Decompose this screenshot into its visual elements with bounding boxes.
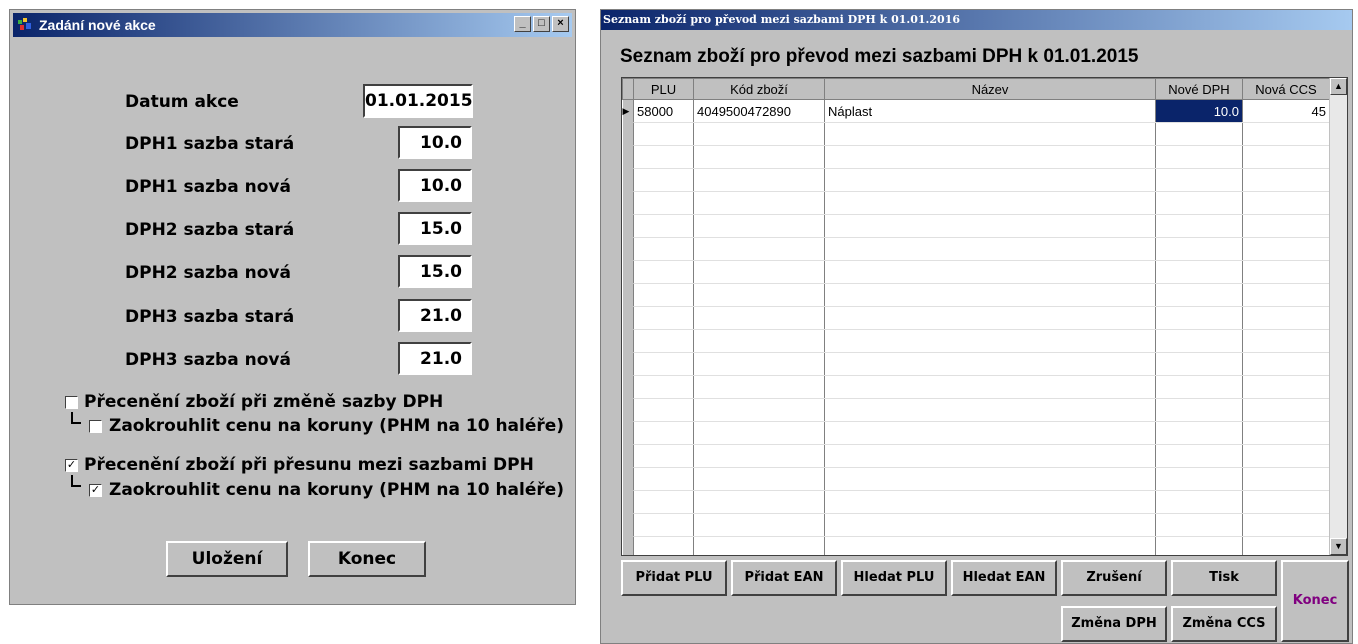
cell-code[interactable]: 4049500472890 <box>693 99 825 123</box>
dph1-old-field[interactable]: 10.0 <box>398 126 472 159</box>
reprice-on-move-checkbox[interactable]: ✓ <box>65 459 78 472</box>
change-ccs-button[interactable]: Změna CCS <box>1171 606 1277 642</box>
table-row[interactable] <box>622 490 1330 514</box>
dialog-titlebar: Zadání nové akce _ □ × <box>13 13 572 37</box>
new-action-dialog: Zadání nové akce _ □ × Datum akce 01.01.… <box>9 9 576 605</box>
tree-connector <box>71 412 81 424</box>
list-titlebar: Seznam zboží pro převod mezi sazbami DPH… <box>601 10 1352 30</box>
maximize-icon[interactable]: □ <box>533 16 550 32</box>
dph3-old-label: DPH3 sazba stará <box>125 307 295 327</box>
dph3-new-label: DPH3 sazba nová <box>125 350 291 370</box>
add-ean-button[interactable]: Přidat EAN <box>731 560 837 596</box>
table-row[interactable] <box>622 398 1330 422</box>
add-plu-button[interactable]: Přidat PLU <box>621 560 727 596</box>
table-row[interactable] <box>622 260 1330 284</box>
list-window-title: Seznam zboží pro převod mezi sazbami DPH… <box>603 13 961 26</box>
dph1-new-label: DPH1 sazba nová <box>125 177 291 197</box>
reprice-on-move-label: Přecenění zboží při přesunu mezi sazbami… <box>84 455 534 475</box>
column-header-code[interactable]: Kód zboží <box>693 78 825 100</box>
cell-new-ccs[interactable]: 45 <box>1242 99 1330 123</box>
table-row[interactable] <box>622 536 1330 555</box>
cell-new-vat[interactable]: 10.0 <box>1155 99 1243 123</box>
round-price-label-1: Zaokrouhlit cenu na koruny (PHM na 10 ha… <box>109 416 565 436</box>
dph3-old-field[interactable]: 21.0 <box>398 299 472 332</box>
scroll-down-icon[interactable]: ▼ <box>1330 538 1347 555</box>
table-row[interactable] <box>622 145 1330 169</box>
date-label: Datum akce <box>125 92 239 112</box>
save-button[interactable]: Uložení <box>166 541 288 577</box>
column-header-new-vat[interactable]: Nové DPH <box>1155 78 1243 100</box>
table-row[interactable] <box>622 444 1330 468</box>
change-vat-button[interactable]: Změna DPH <box>1061 606 1167 642</box>
table-row[interactable] <box>622 421 1330 445</box>
round-price-checkbox-1[interactable] <box>89 420 102 433</box>
dph2-old-field[interactable]: 15.0 <box>398 212 472 245</box>
vertical-scrollbar[interactable]: ▲ ▼ <box>1329 78 1347 555</box>
reprice-on-change-label: Přecenění zboží při změně sazby DPH <box>84 392 444 412</box>
table-row[interactable] <box>622 513 1330 537</box>
reprice-on-change-checkbox[interactable] <box>65 396 78 409</box>
column-header-new-ccs[interactable]: Nová CCS <box>1242 78 1330 100</box>
round-price-checkbox-2[interactable]: ✓ <box>89 484 102 497</box>
close-list-button[interactable]: Konec <box>1281 560 1349 642</box>
print-button[interactable]: Tisk <box>1171 560 1277 596</box>
dph2-new-field[interactable]: 15.0 <box>398 255 472 288</box>
dph1-new-field[interactable]: 10.0 <box>398 169 472 202</box>
vat-transfer-window: Seznam zboží pro převod mezi sazbami DPH… <box>600 9 1353 644</box>
column-header-plu[interactable]: PLU <box>633 78 694 100</box>
app-icon <box>18 18 31 30</box>
dph1-old-label: DPH1 sazba stará <box>125 134 295 154</box>
close-icon[interactable]: × <box>552 16 569 32</box>
close-button[interactable]: Konec <box>308 541 426 577</box>
dph2-old-label: DPH2 sazba stará <box>125 220 295 240</box>
table-row[interactable] <box>622 214 1330 238</box>
column-header-name[interactable]: Název <box>824 78 1156 100</box>
find-ean-button[interactable]: Hledat EAN <box>951 560 1057 596</box>
cancel-button[interactable]: Zrušení <box>1061 560 1167 596</box>
row-indicator-header <box>622 78 634 100</box>
page-title: Seznam zboží pro převod mezi sazbami DPH… <box>620 46 1139 67</box>
table-row[interactable] <box>622 306 1330 330</box>
table-row[interactable] <box>622 122 1330 146</box>
find-plu-button[interactable]: Hledat PLU <box>841 560 947 596</box>
round-price-label-2: Zaokrouhlit cenu na koruny (PHM na 10 ha… <box>109 480 565 500</box>
cell-name[interactable]: Náplast <box>824 99 1156 123</box>
table-row[interactable] <box>622 352 1330 376</box>
minimize-icon[interactable]: _ <box>514 16 531 32</box>
goods-table[interactable]: PLU Kód zboží Název Nové DPH Nová CCS ▶ … <box>621 77 1348 556</box>
tree-connector <box>71 475 81 487</box>
table-row[interactable] <box>622 375 1330 399</box>
table-row[interactable] <box>622 283 1330 307</box>
table-row[interactable] <box>622 329 1330 353</box>
table-row[interactable] <box>622 467 1330 491</box>
table-row[interactable] <box>622 191 1330 215</box>
cell-plu[interactable]: 58000 <box>633 99 694 123</box>
table-row[interactable]: ▶ 58000 4049500472890 Náplast 10.0 45 <box>622 99 1330 123</box>
date-field[interactable]: 01.01.2015 <box>363 84 473 118</box>
table-row[interactable] <box>622 168 1330 192</box>
table-row[interactable] <box>622 237 1330 261</box>
row-pointer-icon: ▶ <box>622 99 634 123</box>
dialog-title: Zadání nové akce <box>39 17 156 33</box>
dph2-new-label: DPH2 sazba nová <box>125 263 291 283</box>
dph3-new-field[interactable]: 21.0 <box>398 342 472 375</box>
scroll-up-icon[interactable]: ▲ <box>1330 78 1347 95</box>
